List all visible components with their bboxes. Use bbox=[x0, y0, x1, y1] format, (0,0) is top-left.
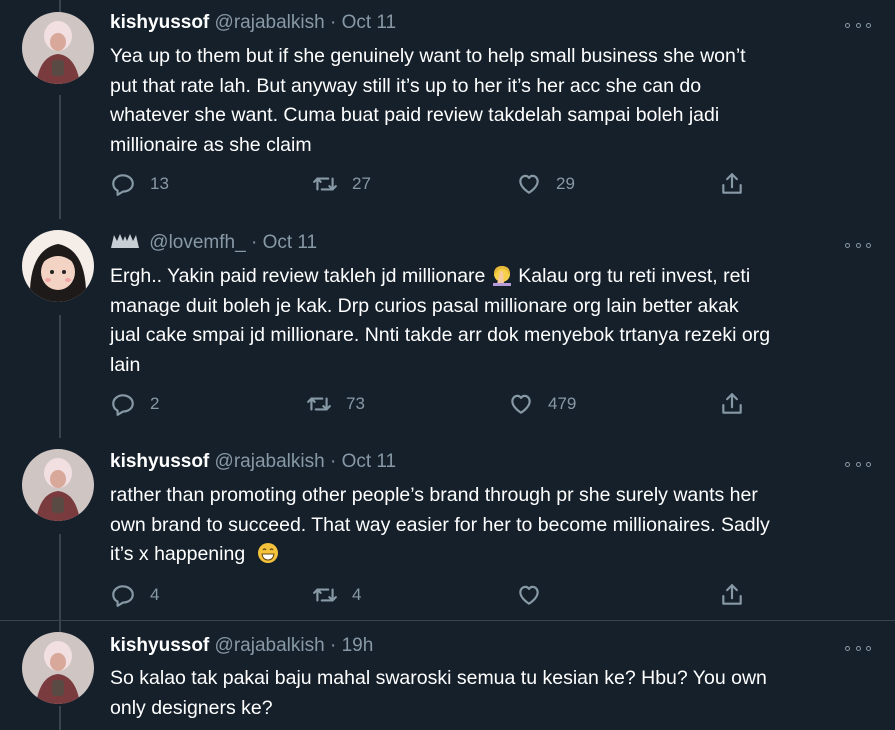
like-icon bbox=[519, 174, 539, 194]
like-count: 29 bbox=[556, 174, 575, 193]
like-button[interactable]: 29 bbox=[516, 171, 575, 197]
tweet-text: So kalao tak pakai baju mahal swaroski s… bbox=[110, 664, 880, 723]
display-name-emoji[interactable] bbox=[110, 232, 144, 256]
reply-button[interactable]: 13 bbox=[110, 171, 169, 197]
tweet-text-line: lain bbox=[110, 353, 141, 376]
tweet-text-line: Ergh.. Yakin paid review takleh jd milli… bbox=[110, 262, 880, 292]
tweet-text-line: it’s x happening bbox=[110, 540, 880, 570]
tweet[interactable]: kishyussof @rajabalkish · 19h So kalao t… bbox=[0, 621, 895, 730]
timestamp[interactable]: Oct 11 bbox=[342, 12, 397, 33]
more-icon[interactable] bbox=[845, 643, 871, 653]
reply-count: 13 bbox=[150, 174, 169, 193]
tweet-text-line: own brand to succeed. That way easier fo… bbox=[110, 513, 770, 536]
retweet-count: 73 bbox=[346, 394, 365, 413]
separator-dot: · bbox=[329, 635, 337, 656]
retweet-button[interactable]: 4 bbox=[312, 582, 361, 608]
facepalm-emoji-icon bbox=[492, 266, 511, 286]
tweet-text-segment: Kalau org tu reti invest, reti bbox=[512, 265, 751, 287]
tweet-actions: 4 4 bbox=[110, 582, 760, 612]
avatar[interactable] bbox=[22, 632, 94, 704]
reply-button[interactable]: 4 bbox=[110, 582, 159, 608]
display-name[interactable]: kishyussof bbox=[110, 635, 209, 656]
tweet-header: kishyussof @rajabalkish · 19h bbox=[110, 635, 373, 657]
tweet-text-line: jual cake smpai jd millionare. Nnti takd… bbox=[110, 324, 771, 346]
tweet[interactable]: kishyussof @rajabalkish · Oct 11 rather … bbox=[0, 438, 895, 620]
tweet-text: Ergh.. Yakin paid review takleh jd milli… bbox=[110, 262, 880, 380]
reply-count: 4 bbox=[150, 585, 160, 604]
tweet-header: kishyussof @rajabalkish · Oct 11 bbox=[110, 451, 396, 473]
tweet-actions: 2 73 479 bbox=[110, 391, 760, 421]
tweet-text-line: whatever she want. Cuma buat paid review… bbox=[110, 104, 720, 126]
reply-button[interactable]: 2 bbox=[110, 391, 159, 417]
avatar[interactable] bbox=[22, 12, 94, 84]
retweet-count: 27 bbox=[352, 174, 371, 193]
tweet-text: Yea up to them but if she genuinely want… bbox=[110, 42, 880, 160]
timestamp[interactable]: 19h bbox=[342, 635, 374, 656]
share-button[interactable] bbox=[719, 171, 745, 197]
tweet-header: @lovemfh_ · Oct 11 bbox=[110, 232, 317, 256]
avatar[interactable] bbox=[22, 230, 94, 302]
more-icon[interactable] bbox=[845, 20, 871, 30]
more-icon[interactable] bbox=[845, 459, 871, 469]
grinning-emoji-icon bbox=[257, 543, 278, 563]
retweet-button[interactable]: 27 bbox=[312, 171, 371, 197]
user-handle[interactable]: @lovemfh_ bbox=[149, 232, 245, 253]
tweet-text-segment: Ergh.. Yakin paid review takleh jd milli… bbox=[110, 265, 486, 287]
tweet-text-segment: it’s x happening bbox=[110, 543, 246, 565]
retweet-count: 4 bbox=[352, 585, 362, 604]
reply-icon bbox=[112, 585, 134, 607]
like-icon bbox=[519, 585, 539, 605]
display-name[interactable]: kishyussof bbox=[110, 12, 209, 33]
retweet-icon bbox=[307, 397, 331, 411]
separator-dot: · bbox=[329, 12, 337, 33]
tweet-text-line: So kalao tak pakai baju mahal swaroski s… bbox=[110, 667, 767, 689]
tweet-text-line: manage duit boleh je kak. Drp curios pas… bbox=[110, 294, 739, 317]
tweet-actions: 13 27 29 bbox=[110, 171, 760, 201]
tweet[interactable]: kishyussof @rajabalkish · Oct 11 Yea up … bbox=[0, 0, 895, 220]
tweet-text-line: only designers ke? bbox=[110, 696, 273, 719]
more-icon[interactable] bbox=[845, 240, 871, 250]
separator-dot: · bbox=[329, 451, 337, 472]
tweet-header: kishyussof @rajabalkish · Oct 11 bbox=[110, 12, 396, 34]
tweet-text-line: rather than promoting other people’s bra… bbox=[110, 484, 758, 506]
like-button[interactable]: 479 bbox=[508, 391, 576, 417]
like-button[interactable] bbox=[516, 582, 556, 608]
separator-dot: · bbox=[250, 232, 258, 253]
user-handle[interactable]: @rajabalkish bbox=[215, 12, 325, 33]
tweet-text-line: millionaire as she claim bbox=[110, 133, 312, 156]
retweet-icon bbox=[313, 177, 337, 191]
tweet-text-line: Yea up to them but if she genuinely want… bbox=[110, 45, 746, 67]
like-count: 479 bbox=[548, 394, 577, 413]
timestamp[interactable]: Oct 11 bbox=[342, 451, 397, 472]
retweet-button[interactable]: 73 bbox=[306, 391, 365, 417]
share-icon bbox=[722, 393, 742, 414]
user-handle[interactable]: @rajabalkish bbox=[215, 451, 325, 472]
reply-icon bbox=[112, 174, 134, 196]
share-icon bbox=[722, 173, 742, 194]
tweet-text-line: put that rate lah. But anyway still it’s… bbox=[110, 74, 702, 97]
tweet-text: rather than promoting other people’s bra… bbox=[110, 481, 880, 570]
like-icon bbox=[511, 394, 531, 414]
timestamp[interactable]: Oct 11 bbox=[263, 232, 318, 253]
share-icon bbox=[722, 584, 742, 605]
retweet-icon bbox=[313, 588, 337, 602]
display-name[interactable]: kishyussof bbox=[110, 451, 209, 472]
tweet[interactable]: @lovemfh_ · Oct 11 Ergh.. Yakin paid rev… bbox=[0, 220, 895, 438]
user-handle[interactable]: @rajabalkish bbox=[215, 635, 325, 656]
reply-count: 2 bbox=[150, 394, 160, 413]
avatar[interactable] bbox=[22, 449, 94, 521]
share-button[interactable] bbox=[719, 582, 745, 608]
reply-icon bbox=[112, 394, 134, 416]
share-button[interactable] bbox=[719, 391, 745, 417]
